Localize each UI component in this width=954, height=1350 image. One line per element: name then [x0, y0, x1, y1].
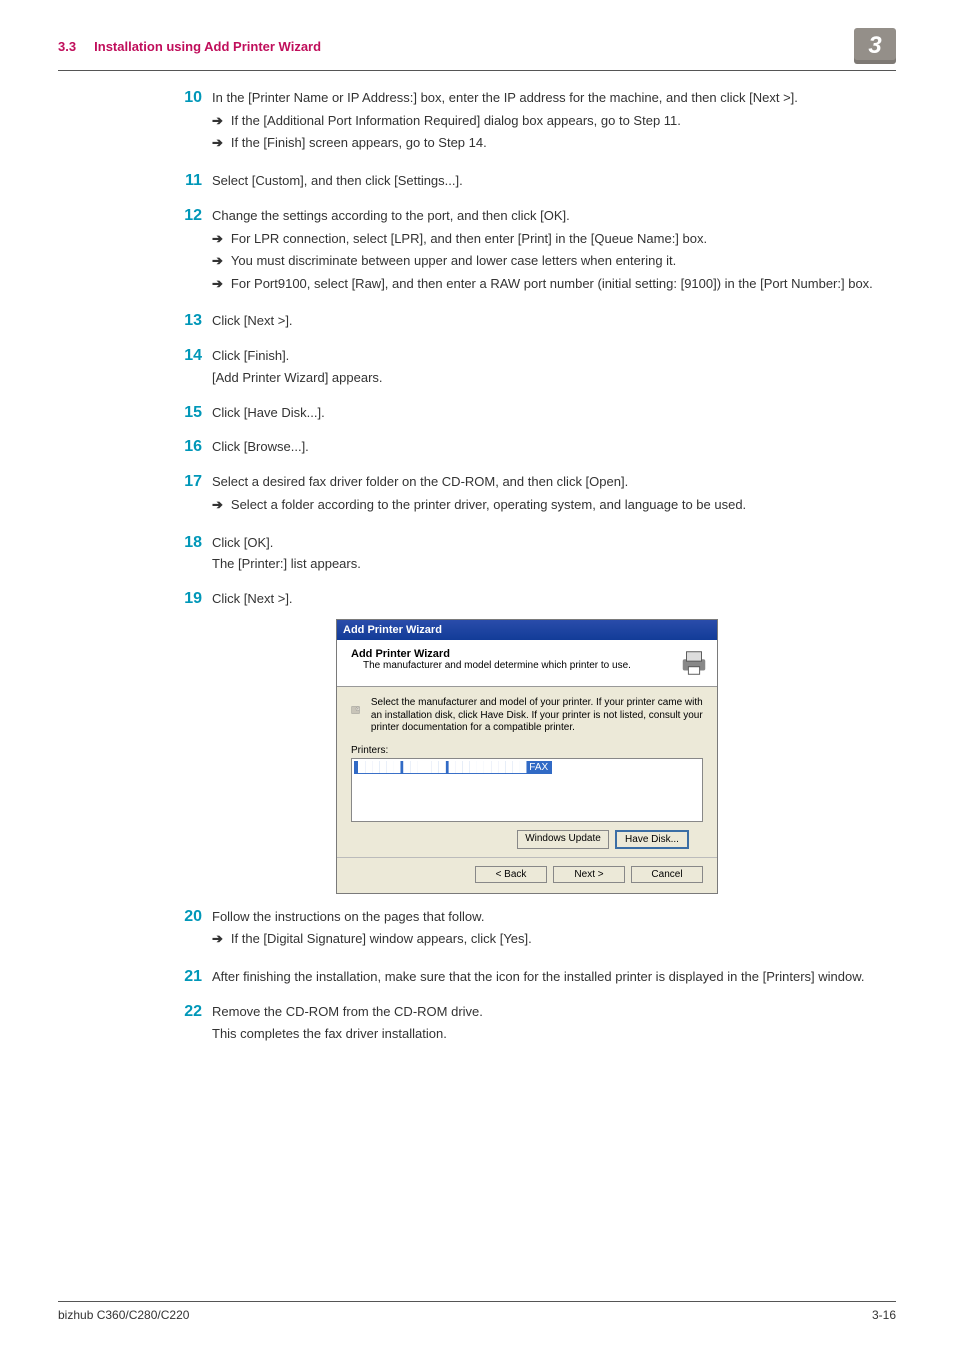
step-18: 18 Click [OK]. The [Printer:] list appea…	[168, 534, 886, 585]
printer-icon	[679, 648, 709, 678]
step-sub: Select a folder according to the printer…	[231, 495, 746, 515]
step-text: In the [Printer Name or IP Address:] box…	[212, 89, 886, 108]
arrow-icon: ➔	[212, 495, 223, 515]
step-number: 21	[168, 968, 212, 987]
step-13: 13 Click [Next >].	[168, 312, 886, 331]
step-sub: If the [Finish] screen appears, go to St…	[231, 133, 487, 153]
step-sub: If the [Additional Port Information Requ…	[231, 111, 681, 131]
arrow-icon: ➔	[212, 929, 223, 949]
section-title: Installation using Add Printer Wizard	[94, 39, 321, 54]
step-number: 20	[168, 908, 212, 952]
step-text: Select a desired fax driver folder on th…	[212, 473, 886, 492]
content-area: 10 In the [Printer Name or IP Address:] …	[168, 89, 886, 1054]
dialog-titlebar: Add Printer Wizard	[337, 620, 717, 640]
arrow-icon: ➔	[212, 251, 223, 271]
windows-update-button[interactable]: Windows Update	[517, 830, 609, 849]
section-header: 3.3 Installation using Add Printer Wizar…	[58, 39, 321, 54]
step-text: Remove the CD-ROM from the CD-ROM drive.	[212, 1003, 886, 1022]
step-after: [Add Printer Wizard] appears.	[212, 369, 886, 388]
step-sub: For LPR connection, select [LPR], and th…	[231, 229, 707, 249]
step-22: 22 Remove the CD-ROM from the CD-ROM dri…	[168, 1003, 886, 1054]
step-number: 19	[168, 590, 212, 609]
step-12: 12 Change the settings according to the …	[168, 207, 886, 296]
footer-right: 3-16	[872, 1308, 896, 1322]
disk-icon	[351, 697, 361, 723]
step-number: 10	[168, 89, 212, 156]
dialog-instruction-text: Select the manufacturer and model of you…	[371, 697, 703, 735]
footer-rule	[58, 1301, 896, 1302]
footer-left: bizhub C360/C280/C220	[58, 1308, 189, 1322]
section-number: 3.3	[58, 39, 76, 54]
step-21: 21 After finishing the installation, mak…	[168, 968, 886, 987]
step-10: 10 In the [Printer Name or IP Address:] …	[168, 89, 886, 156]
step-number: 11	[168, 172, 212, 191]
arrow-icon: ➔	[212, 274, 223, 294]
back-button[interactable]: < Back	[475, 866, 547, 883]
dialog-banner: Add Printer Wizard The manufacturer and …	[337, 640, 717, 687]
printers-label: Printers:	[351, 745, 703, 756]
step-number: 17	[168, 473, 212, 517]
step-number: 13	[168, 312, 212, 331]
step-text: Click [Finish].	[212, 347, 886, 366]
step-text: Click [Browse...].	[212, 438, 886, 457]
step-number: 12	[168, 207, 212, 296]
dialog-banner-sub: The manufacturer and model determine whi…	[363, 660, 679, 671]
step-20: 20 Follow the instructions on the pages …	[168, 908, 886, 952]
step-text: Click [Next >].	[212, 590, 886, 609]
page-footer: bizhub C360/C280/C220 3-16	[58, 1301, 896, 1322]
step-sub: If the [Digital Signature] window appear…	[231, 929, 532, 949]
step-text: Click [Have Disk...].	[212, 404, 886, 423]
step-number: 15	[168, 404, 212, 423]
arrow-icon: ➔	[212, 133, 223, 153]
step-17: 17 Select a desired fax driver folder on…	[168, 473, 886, 517]
step-after: This completes the fax driver installati…	[212, 1025, 886, 1044]
step-sub: You must discriminate between upper and …	[231, 251, 676, 271]
step-number: 16	[168, 438, 212, 457]
printers-listbox[interactable]: ██████ ██████ ███████████ FAX	[351, 758, 703, 822]
step-text: Select [Custom], and then click [Setting…	[212, 172, 886, 191]
dialog-instruction-row: Select the manufacturer and model of you…	[337, 687, 717, 739]
step-11: 11 Select [Custom], and then click [Sett…	[168, 172, 886, 191]
step-15: 15 Click [Have Disk...].	[168, 404, 886, 423]
chapter-badge: 3	[854, 28, 896, 64]
arrow-icon: ➔	[212, 229, 223, 249]
step-14: 14 Click [Finish]. [Add Printer Wizard] …	[168, 347, 886, 398]
step-number: 14	[168, 347, 212, 398]
dialog-banner-title: Add Printer Wizard	[351, 648, 679, 660]
step-19: 19 Click [Next >].	[168, 590, 886, 609]
have-disk-button[interactable]: Have Disk...	[615, 830, 689, 849]
step-text: Follow the instructions on the pages tha…	[212, 908, 886, 927]
step-after: The [Printer:] list appears.	[212, 555, 886, 574]
cancel-button[interactable]: Cancel	[631, 866, 703, 883]
step-16: 16 Click [Browse...].	[168, 438, 886, 457]
step-number: 18	[168, 534, 212, 585]
step-text: Click [Next >].	[212, 312, 886, 331]
step-text: Change the settings according to the por…	[212, 207, 886, 226]
header-rule	[58, 70, 896, 71]
arrow-icon: ➔	[212, 111, 223, 131]
printers-list-item[interactable]: ██████ ██████ ███████████ FAX	[354, 761, 552, 774]
next-button[interactable]: Next >	[553, 866, 625, 883]
step-sub: For Port9100, select [Raw], and then ent…	[231, 274, 873, 294]
step-text: Click [OK].	[212, 534, 886, 553]
step-number: 22	[168, 1003, 212, 1054]
add-printer-wizard-dialog: Add Printer Wizard Add Printer Wizard Th…	[336, 619, 718, 894]
step-text: After finishing the installation, make s…	[212, 968, 886, 987]
